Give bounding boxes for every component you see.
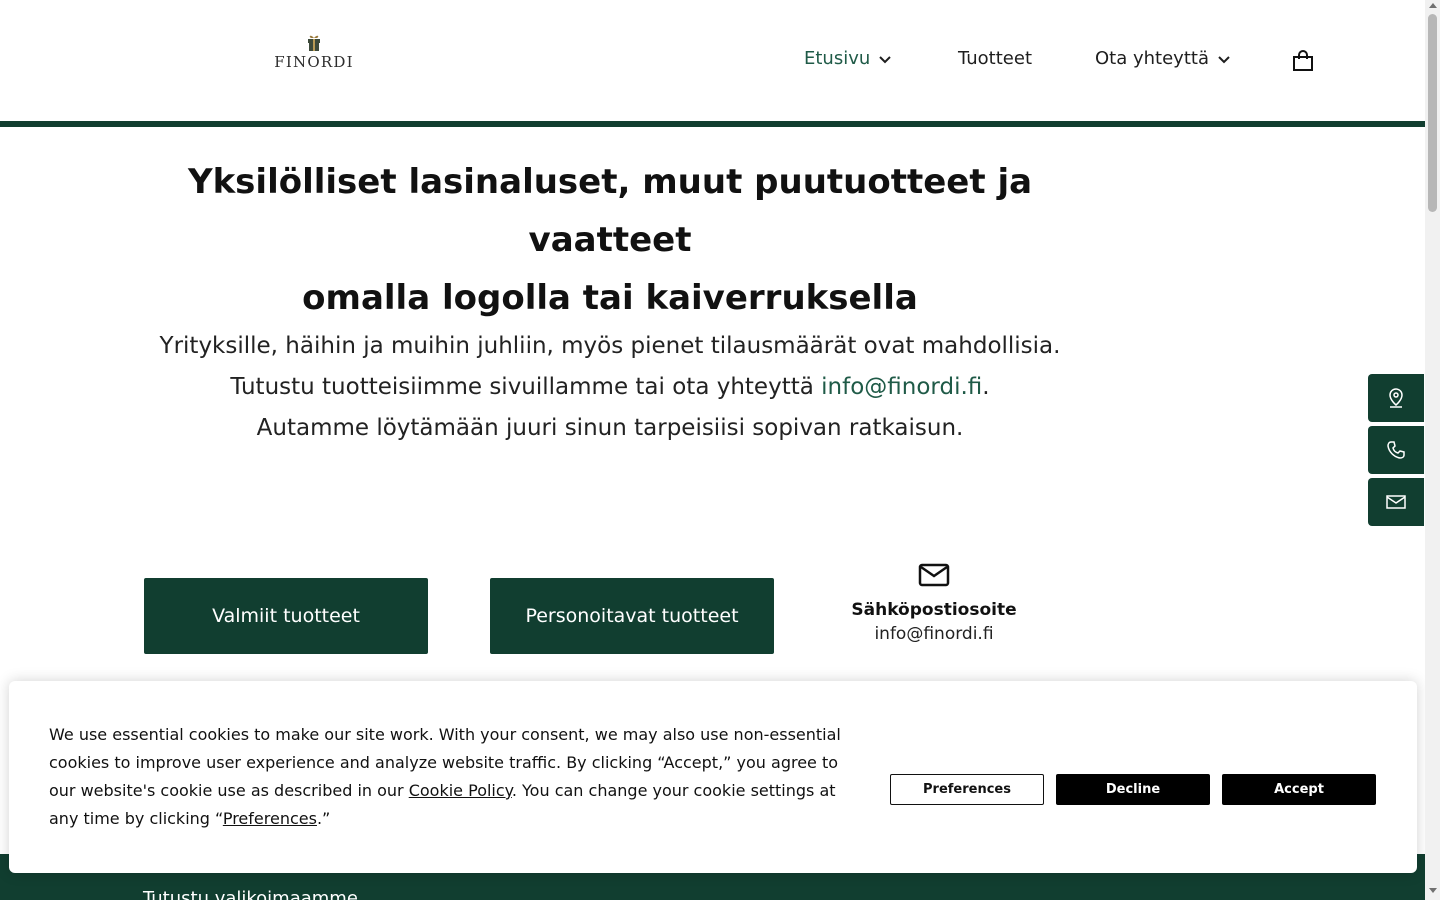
shopping-bag-icon[interactable] [1292, 50, 1314, 72]
location-pin-icon [1389, 388, 1403, 408]
cookie-banner: We use essential cookies to make our sit… [9, 681, 1417, 873]
preferences-link[interactable]: Preferences [223, 809, 317, 828]
scroll-down-arrow-icon[interactable] [1429, 888, 1437, 893]
chevron-down-icon [879, 55, 891, 63]
side-phone-button[interactable] [1368, 426, 1424, 474]
nav-item-label: Tuotteet [958, 48, 1033, 69]
nav-item-label: Ota yhteyttä [1095, 48, 1209, 69]
side-location-button[interactable] [1368, 374, 1424, 422]
nav-item-etusivu[interactable]: Etusivu [804, 48, 892, 69]
phone-icon [1387, 441, 1405, 459]
hero-description: Yrityksille, häihin ja muihin juhliin, m… [110, 326, 1110, 449]
ready-products-button[interactable]: Valmiit tuotteet [144, 578, 428, 654]
preferences-button[interactable]: Preferences [890, 774, 1044, 805]
email-label: Sähköpostiosoite [851, 600, 1017, 620]
side-mail-button[interactable] [1368, 478, 1424, 526]
scroll-up-arrow-icon[interactable] [1429, 3, 1437, 8]
hero-text-line-1: Yrityksille, häihin ja muihin juhliin, m… [159, 333, 1061, 359]
title-line-2: omalla logolla tai kaiverruksella [302, 278, 918, 318]
cookie-policy-link[interactable]: Cookie Policy [409, 781, 512, 800]
footer-teaser: Tutustu valikoimaamme [143, 888, 358, 900]
scrollbar-thumb[interactable] [1428, 14, 1437, 212]
hero-email-link[interactable]: info@finordi.fi [821, 374, 982, 400]
cookie-text-part-3: .” [316, 809, 331, 828]
header-divider [0, 121, 1425, 127]
decline-button[interactable]: Decline [1056, 774, 1210, 805]
site-logo[interactable]: FINORDI [268, 34, 360, 78]
email-value[interactable]: info@finordi.fi [834, 622, 1034, 646]
email-contact-block: Sähköpostiosoite info@finordi.fi [834, 562, 1034, 646]
page-title: Yksilölliset lasinaluset, muut puutuotte… [120, 153, 1100, 327]
mail-icon [1386, 495, 1406, 509]
hero-text-period: . [982, 374, 990, 400]
custom-products-button[interactable]: Personoitavat tuotteet [490, 578, 774, 654]
gift-logo-icon [308, 35, 320, 51]
mail-icon [918, 563, 950, 587]
hero-text-line-3: Autamme löytämään juuri sinun tarpeisiis… [256, 415, 964, 441]
title-line-1: Yksilölliset lasinaluset, muut puutuotte… [187, 162, 1033, 260]
hero-text-line-2: Tutustu tuotteisiimme sivuillamme tai ot… [230, 374, 822, 400]
accept-button[interactable]: Accept [1222, 774, 1376, 805]
nav-item-tuotteet[interactable]: Tuotteet [958, 48, 1032, 69]
logo-text: FINORDI [274, 53, 354, 71]
page-scrollbar[interactable] [1425, 0, 1440, 900]
chevron-down-icon [1218, 55, 1230, 63]
nav-item-label: Etusivu [804, 48, 871, 69]
site-header: FINORDI Etusivu Tuotteet Ota yhteyttä [0, 0, 1425, 121]
cookie-message: We use essential cookies to make our sit… [49, 721, 849, 833]
nav-item-ota-yhteytta[interactable]: Ota yhteyttä [1095, 48, 1231, 69]
